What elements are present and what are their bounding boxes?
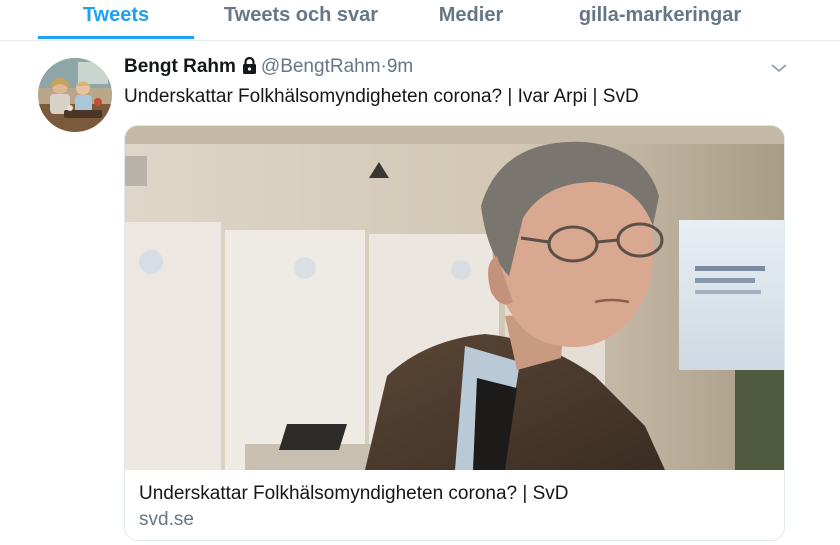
tweet-text: Underskattar Folkhälsomyndigheten corona… <box>124 86 639 107</box>
active-tab-indicator <box>38 36 194 39</box>
card-image <box>125 126 784 470</box>
tweet-time[interactable]: 9m <box>387 56 413 77</box>
lock-icon <box>242 56 257 80</box>
tab-gilla-markeringar[interactable]: gilla-markeringar <box>566 0 754 38</box>
author-name[interactable]: Bengt Rahm <box>124 56 236 77</box>
card-title: Underskattar Folkhälsomyndigheten corona… <box>139 483 569 504</box>
tab-tweets[interactable]: Tweets <box>38 0 194 38</box>
author-handle[interactable]: @BengtRahm <box>261 56 381 77</box>
profile-tabs: Tweets Tweets och svar Medier gilla-mark… <box>0 0 840 41</box>
avatar[interactable] <box>38 58 112 132</box>
tab-medier[interactable]: Medier <box>424 0 518 38</box>
link-card[interactable]: Underskattar Folkhälsomyndigheten corona… <box>124 125 785 541</box>
card-domain: svd.se <box>139 509 194 530</box>
chevron-down-icon[interactable] <box>768 60 790 76</box>
tweet-header: Bengt Rahm @BengtRahm·9m <box>124 56 413 80</box>
tab-tweets-och-svar[interactable]: Tweets och svar <box>214 0 388 38</box>
avatar-image <box>38 58 112 132</box>
